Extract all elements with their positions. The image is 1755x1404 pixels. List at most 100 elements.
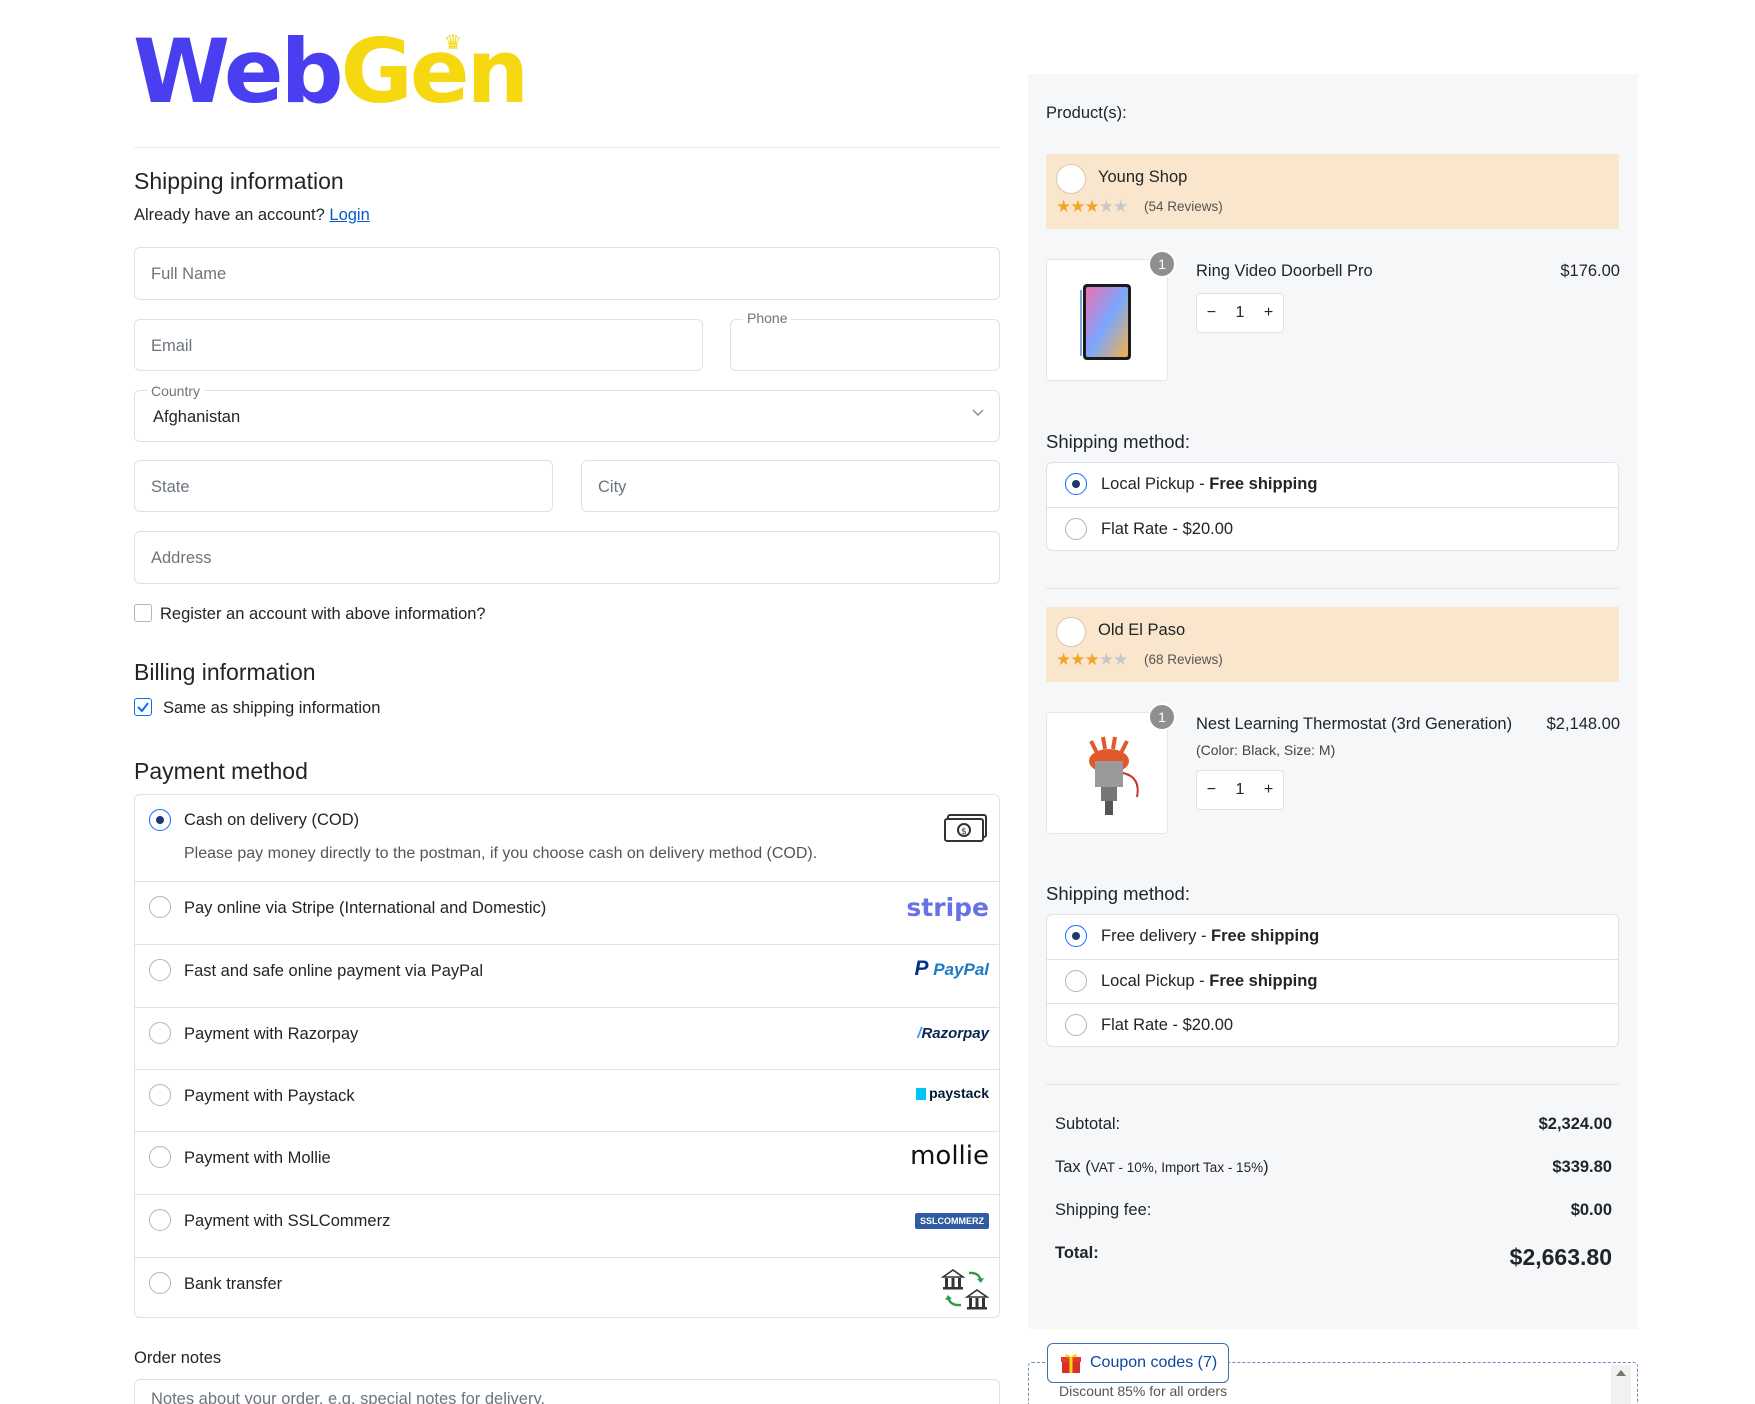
- city-field[interactable]: City: [581, 460, 1000, 512]
- shipping-option-price: Free shipping: [1211, 927, 1320, 945]
- paypal-logo: P PayPal: [914, 957, 989, 980]
- shipping-radio[interactable]: [1065, 970, 1087, 992]
- minus-icon[interactable]: −: [1207, 781, 1216, 799]
- shipping-option-separator: -: [1167, 520, 1183, 538]
- payment-option-bank-transfer[interactable]: Bank transfer: [135, 1257, 999, 1317]
- shop-name[interactable]: Old El Paso: [1098, 621, 1185, 640]
- product-name[interactable]: Nest Learning Thermostat (3rd Generation…: [1196, 715, 1512, 734]
- shipping-option-flat-rate[interactable]: Flat Rate - $20.00: [1047, 507, 1618, 551]
- payment-option-paypal[interactable]: Fast and safe online payment via PayPal …: [135, 944, 999, 1007]
- payment-label-bank-transfer: Bank transfer: [184, 1275, 283, 1293]
- shipping-method-title: Shipping method:: [1046, 883, 1190, 904]
- account-prompt-text: Already have an account?: [134, 206, 325, 224]
- quantity-stepper: − 1 +: [1196, 293, 1284, 333]
- bank-transfer-icon: [940, 1267, 990, 1316]
- payment-radio-bank-transfer[interactable]: [149, 1272, 171, 1294]
- shipping-option-price: Free shipping: [1209, 475, 1318, 493]
- payment-radio-cod[interactable]: [149, 809, 171, 831]
- order-notes-label: Order notes: [134, 1349, 222, 1367]
- shipping-fee-value: $0.00: [1570, 1201, 1612, 1219]
- shipping-option-free-delivery[interactable]: Free delivery - Free shipping: [1047, 915, 1618, 959]
- shipping-option-label: Flat Rate - $20.00: [1101, 520, 1233, 539]
- payment-option-paystack[interactable]: Payment with Paystack paystack: [135, 1069, 999, 1131]
- plus-icon[interactable]: +: [1264, 781, 1273, 799]
- shipping-option-flat-rate[interactable]: Flat Rate - $20.00: [1047, 1003, 1618, 1047]
- shipping-radio[interactable]: [1065, 518, 1087, 540]
- payment-radio-sslcommerz[interactable]: [149, 1209, 171, 1231]
- coupon-codes-button[interactable]: Coupon codes (7): [1047, 1343, 1229, 1383]
- order-notes-textarea[interactable]: Notes about your order, e.g. special not…: [134, 1379, 1000, 1404]
- product-price: $2,148.00: [1546, 715, 1620, 733]
- payment-radio-paystack[interactable]: [149, 1084, 171, 1106]
- total-label: Total:: [1055, 1244, 1099, 1262]
- payment-methods-list: Cash on delivery (COD) Please pay money …: [134, 794, 1000, 1318]
- plus-icon[interactable]: +: [1264, 304, 1273, 322]
- minus-icon[interactable]: −: [1207, 304, 1216, 322]
- shipping-option-price: $20.00: [1182, 1016, 1234, 1034]
- payment-option-mollie[interactable]: Payment with Mollie mollie: [135, 1131, 999, 1194]
- shipping-radio[interactable]: [1065, 1014, 1087, 1036]
- razorpay-logo-text: Razorpay: [921, 1025, 989, 1042]
- payment-option-cod[interactable]: Cash on delivery (COD) Please pay money …: [135, 795, 999, 881]
- quantity-value[interactable]: 1: [1236, 781, 1245, 799]
- shop-header-young-shop[interactable]: Young Shop ★★★★★ (54 Reviews): [1046, 154, 1619, 229]
- header-divider: [134, 147, 1000, 148]
- payment-label-cod: Cash on delivery (COD): [184, 811, 360, 829]
- product-thumbnail[interactable]: [1046, 259, 1168, 381]
- shipping-method-options: Local Pickup - Free shipping Flat Rate -…: [1046, 462, 1619, 551]
- same-as-shipping-checkbox[interactable]: [134, 698, 152, 716]
- total-value: $2,663.80: [1509, 1244, 1612, 1270]
- quantity-badge: 1: [1148, 703, 1176, 731]
- product-name[interactable]: Ring Video Doorbell Pro: [1196, 262, 1373, 281]
- phone-field[interactable]: Phone: [730, 310, 1000, 371]
- gift-icon: [1061, 1354, 1081, 1373]
- payment-radio-paypal[interactable]: [149, 959, 171, 981]
- payment-label-razorpay: Payment with Razorpay: [184, 1025, 359, 1043]
- coupon-scrollbar[interactable]: [1611, 1365, 1631, 1404]
- shop-name[interactable]: Young Shop: [1098, 168, 1187, 187]
- tax-detail: VAT - 10%, Import Tax - 15%: [1090, 1160, 1264, 1175]
- razorpay-logo: /Razorpay: [917, 1025, 989, 1042]
- shop-divider: [1046, 588, 1619, 589]
- shop-header-old-el-paso[interactable]: Old El Paso ★★★★★ (68 Reviews): [1046, 607, 1619, 682]
- coupon-offer-text: Discount 85% for all orders: [1059, 1383, 1228, 1399]
- logo-lion-icon: ♛: [444, 32, 462, 54]
- payment-option-razorpay[interactable]: Payment with Razorpay /Razorpay: [135, 1007, 999, 1069]
- shipping-method-title: Shipping method:: [1046, 431, 1190, 452]
- product-thumbnail[interactable]: [1046, 712, 1168, 834]
- shipping-radio[interactable]: [1065, 473, 1087, 495]
- tablet-image: [1080, 284, 1131, 360]
- payment-radio-mollie[interactable]: [149, 1146, 171, 1168]
- summary-divider: [1046, 1084, 1619, 1085]
- product-price: $176.00: [1560, 262, 1620, 280]
- scroll-up-icon[interactable]: [1611, 1365, 1631, 1381]
- quantity-value[interactable]: 1: [1236, 304, 1245, 322]
- payment-label-mollie: Payment with Mollie: [184, 1149, 331, 1167]
- shipping-option-local-pickup[interactable]: Local Pickup - Free shipping: [1047, 463, 1618, 507]
- same-as-shipping-label: Same as shipping information: [163, 699, 381, 717]
- payment-radio-razorpay[interactable]: [149, 1022, 171, 1044]
- address-field[interactable]: Address: [134, 531, 1000, 584]
- email-field[interactable]: Email: [134, 319, 703, 371]
- shop-logo-icon: [1056, 617, 1086, 647]
- full-name-placeholder: Full Name: [151, 265, 227, 283]
- shipping-option-name: Flat Rate: [1101, 520, 1168, 538]
- shipping-option-label: Local Pickup - Free shipping: [1101, 972, 1317, 991]
- state-field[interactable]: State: [134, 460, 553, 512]
- country-select[interactable]: Country Afghanistan: [134, 383, 1000, 442]
- payment-radio-stripe[interactable]: [149, 896, 171, 918]
- login-link[interactable]: Login: [329, 206, 369, 224]
- full-name-field[interactable]: Full Name: [134, 247, 1000, 300]
- account-prompt: Already have an account? Login: [134, 206, 370, 225]
- shipping-radio[interactable]: [1065, 925, 1087, 947]
- payment-option-stripe[interactable]: Pay online via Stripe (International and…: [135, 881, 999, 944]
- shipping-option-local-pickup[interactable]: Local Pickup - Free shipping: [1047, 959, 1618, 1003]
- logo-text-gen: Gen: [340, 20, 530, 123]
- check-icon: [137, 702, 149, 713]
- shipping-option-separator: -: [1167, 1016, 1183, 1034]
- register-account-checkbox[interactable]: [134, 604, 152, 622]
- shipping-option-name: Local Pickup: [1101, 475, 1195, 493]
- subtotal-value: $2,324.00: [1538, 1115, 1612, 1133]
- quantity-badge: 1: [1148, 250, 1176, 278]
- payment-option-sslcommerz[interactable]: Payment with SSLCommerz SSLCOMMERZ: [135, 1194, 999, 1257]
